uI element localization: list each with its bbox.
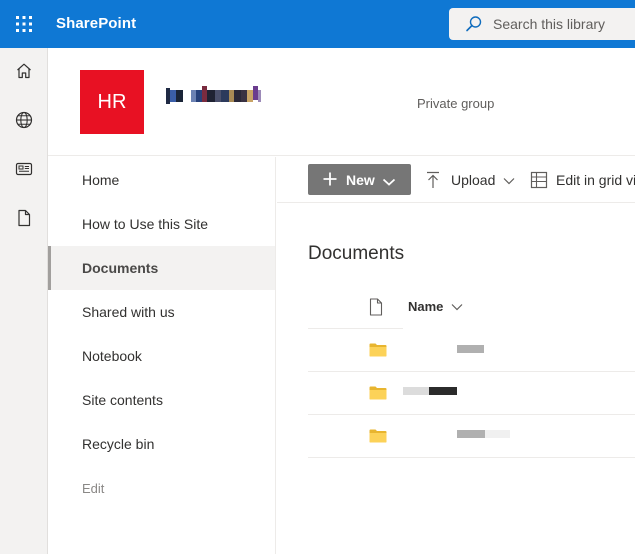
nav-item-home[interactable]: Home (48, 158, 275, 202)
new-button[interactable]: New (308, 164, 411, 195)
folder-icon (369, 386, 387, 405)
site-logo[interactable]: HR (80, 70, 144, 134)
upload-icon (425, 171, 441, 189)
nav-item-label: How to Use this Site (82, 216, 209, 232)
nav-item-label: Recycle bin (82, 436, 155, 452)
nav-item-documents[interactable]: Documents (48, 246, 275, 290)
chevron-down-icon (382, 174, 396, 190)
nav-item-label: Site contents (82, 392, 163, 408)
library-title: Documents (308, 243, 405, 264)
chevron-down-icon (451, 299, 463, 314)
search-box[interactable] (449, 8, 635, 40)
search-input[interactable] (493, 13, 635, 35)
document-icon (14, 208, 34, 233)
file-type-icon[interactable] (368, 298, 384, 321)
table-row[interactable] (308, 329, 635, 372)
site-title-redacted[interactable] (166, 86, 261, 106)
plus-icon (322, 171, 338, 190)
appbar-sites[interactable] (0, 98, 48, 146)
command-bar: New Upload Edit in grid view (277, 157, 635, 203)
nav-item-label: Documents (82, 260, 159, 276)
suite-bar: SharePoint (0, 0, 635, 48)
redacted-file-name (457, 430, 485, 438)
table-row[interactable] (308, 372, 635, 415)
chevron-down-icon (503, 172, 515, 188)
nav-item-label: Notebook (82, 348, 142, 364)
nav-item-notebook[interactable]: Notebook (48, 334, 275, 378)
redacted-file-name (485, 430, 510, 438)
nav-item-label: Shared with us (82, 304, 175, 320)
app-launcher-icon[interactable] (12, 12, 36, 36)
nav-item-label: Edit (82, 480, 105, 496)
globe-icon (14, 110, 34, 135)
appbar-files[interactable] (0, 196, 48, 244)
nav-item-how-to-use[interactable]: How to Use this Site (48, 202, 275, 246)
folder-icon (369, 429, 387, 448)
table-row[interactable] (308, 415, 635, 458)
search-icon (465, 15, 483, 38)
appbar-home[interactable] (0, 49, 48, 97)
upload-button-label: Upload (451, 172, 496, 188)
site-header: HR Private group (48, 48, 635, 156)
appbar-news[interactable] (0, 147, 48, 195)
edit-in-grid-view-label: Edit in grid view (556, 172, 635, 188)
nav-item-site-contents[interactable]: Site contents (48, 378, 275, 422)
nav-item-shared-with-us[interactable]: Shared with us (48, 290, 275, 334)
name-column-label: Name (408, 299, 444, 314)
app-name[interactable]: SharePoint (56, 15, 136, 32)
privacy-label: Private group (417, 96, 495, 111)
redacted-file-name (429, 387, 457, 395)
grid-icon (530, 171, 548, 189)
home-icon (14, 61, 34, 86)
nav-item-recycle-bin[interactable]: Recycle bin (48, 422, 275, 466)
news-icon (14, 159, 34, 184)
left-navigation: Home How to Use this Site Documents Shar… (48, 157, 276, 554)
nav-item-label: Home (82, 172, 120, 188)
edit-in-grid-view-button[interactable]: Edit in grid view (530, 169, 635, 191)
redacted-file-name (403, 387, 429, 395)
nav-edit-link[interactable]: Edit (48, 466, 275, 510)
app-bar (0, 48, 48, 554)
upload-button[interactable]: Upload (425, 169, 515, 191)
folder-icon (369, 343, 387, 362)
redacted-file-name (457, 345, 484, 353)
new-button-label: New (346, 172, 375, 188)
name-column-header[interactable]: Name (408, 299, 463, 314)
list-header: Name (308, 287, 635, 329)
